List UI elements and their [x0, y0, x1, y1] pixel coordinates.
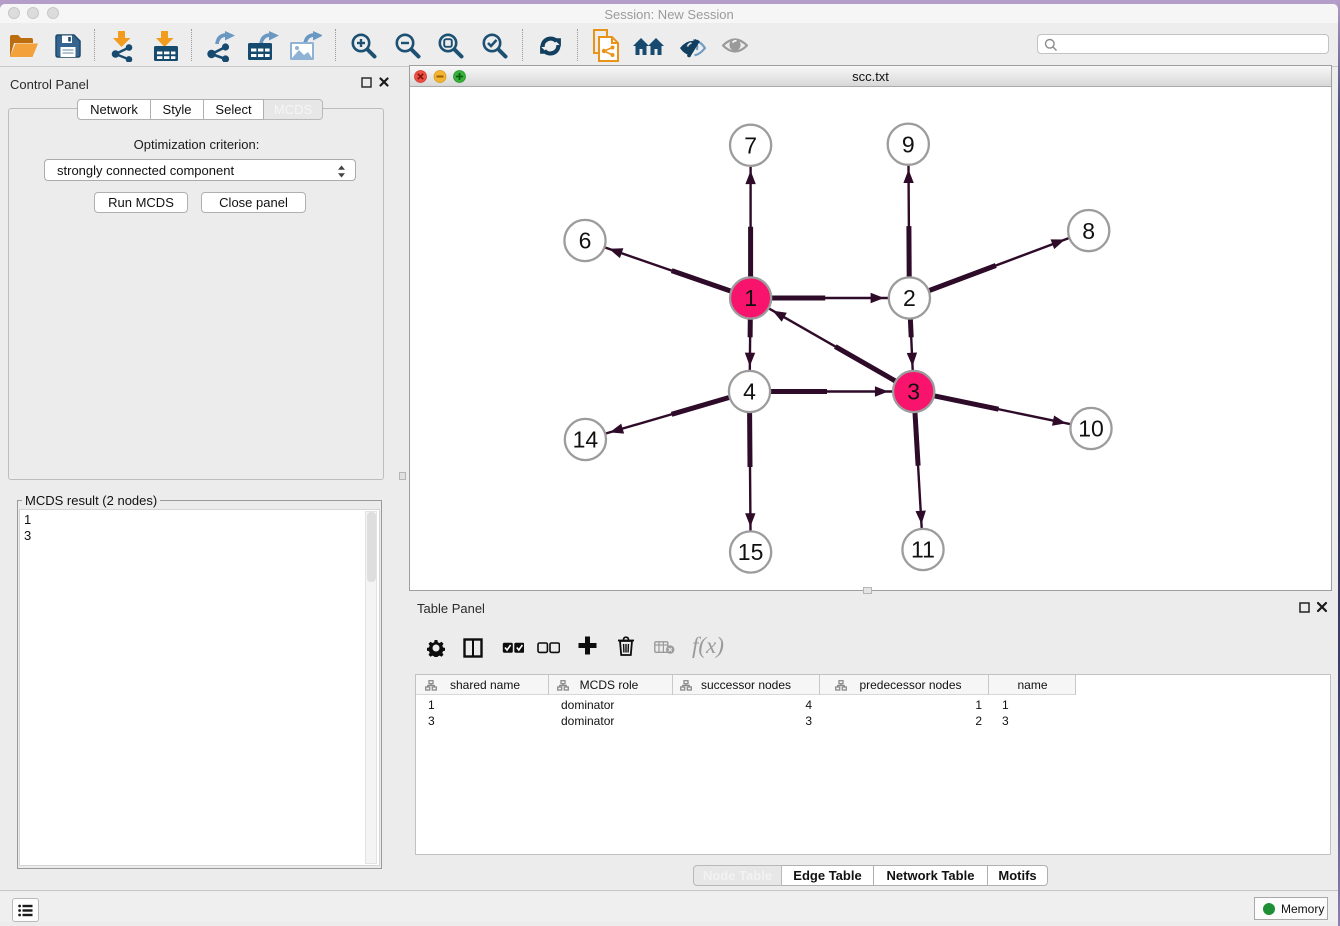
svg-text:15: 15 [738, 539, 764, 565]
svg-text:6: 6 [579, 228, 592, 254]
svg-text:8: 8 [1082, 218, 1095, 244]
svg-text:9: 9 [902, 131, 915, 157]
svg-text:10: 10 [1078, 416, 1104, 442]
svg-text:2: 2 [903, 285, 916, 311]
svg-text:3: 3 [907, 379, 920, 405]
svg-text:14: 14 [573, 427, 599, 453]
svg-text:7: 7 [744, 133, 757, 159]
svg-text:4: 4 [743, 379, 756, 405]
svg-text:11: 11 [911, 537, 935, 563]
svg-text:1: 1 [744, 285, 757, 311]
